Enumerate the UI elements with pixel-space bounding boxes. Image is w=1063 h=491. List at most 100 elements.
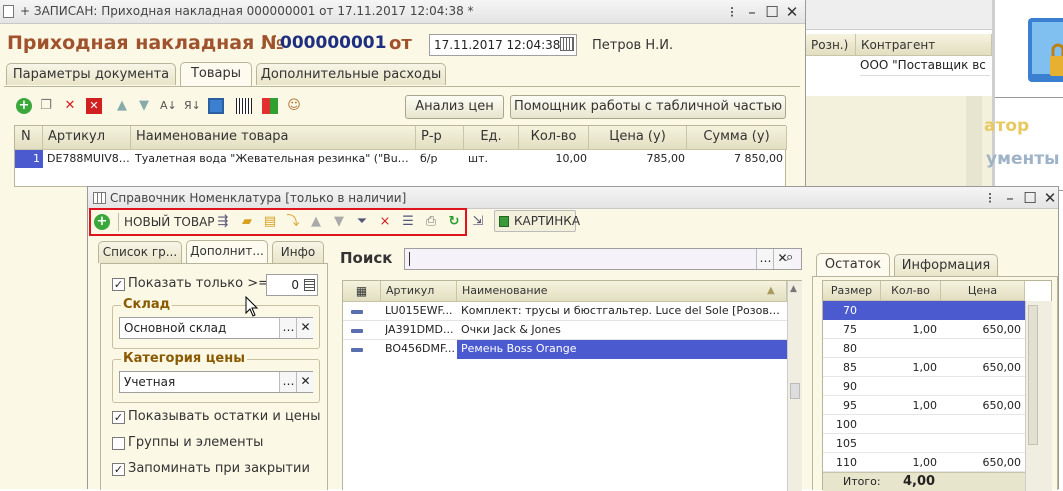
col-name[interactable]: Наименование товара [131, 126, 416, 150]
stock-row[interactable]: 80 [823, 339, 1025, 358]
table-row[interactable]: 1 DE788MUIV857 Туалетная вода "Жевательн… [15, 150, 787, 168]
new-item-button[interactable]: НОВЫЙ ТОВАР [118, 213, 215, 231]
settings-list-icon[interactable]: ☰ [400, 214, 416, 230]
tab-extra-costs[interactable]: Дополнительные расходы [256, 63, 446, 85]
list-item[interactable]: LU015EWF... Комплект: трусы и бюстгальте… [343, 302, 787, 321]
stock-qty: 1,00 [912, 323, 938, 336]
menu-icon[interactable]: ⁝ [722, 2, 742, 22]
minimize-icon[interactable]: – [742, 2, 762, 22]
stock-row-selected[interactable]: 70 [823, 301, 1025, 320]
sort-desc-icon[interactable]: Я↓ [184, 98, 201, 114]
stock-col-size[interactable]: Размер [823, 281, 881, 301]
color-table-icon[interactable] [262, 98, 278, 114]
print-icon[interactable]: ⎙ [423, 214, 439, 230]
warehouse-select-button[interactable]: … [279, 318, 297, 338]
col-unit[interactable]: Ед. [464, 126, 519, 150]
calculator-icon[interactable] [304, 279, 315, 291]
move-down-icon[interactable]: ▼ [136, 98, 152, 114]
close-icon[interactable]: ✕ [782, 2, 802, 22]
add-icon[interactable]: + [16, 98, 32, 114]
price-category-select-button[interactable]: … [279, 372, 297, 392]
catalog-menu-icon[interactable]: ⁝ [980, 188, 1000, 208]
stock-row[interactable]: 100 [823, 415, 1025, 434]
catalog-close-icon[interactable]: ✕ [1040, 188, 1060, 208]
stock-col-price[interactable]: Цена [941, 281, 1025, 301]
col-sum[interactable]: Сумма (у) [687, 126, 787, 150]
stock-size: 85 [843, 361, 857, 374]
copy-icon[interactable]: ❐ [38, 98, 54, 114]
groups-elements-label: Группы и элементы [128, 435, 264, 450]
list-item-selected[interactable]: BO456DMF... Ремень Boss Orange [343, 340, 787, 359]
list-col-icon[interactable]: ▦ [343, 281, 381, 302]
list-col-name[interactable]: Наименование [457, 281, 787, 302]
move-up-icon[interactable]: ▲ [114, 98, 130, 114]
list-item[interactable]: JA391DMD... Очки Jack & Jones [343, 321, 787, 340]
price-category-clear-button[interactable]: ✕ [296, 372, 314, 392]
delete-icon[interactable]: ✕ [62, 98, 78, 114]
user-search-icon[interactable]: ☺ [286, 98, 302, 114]
table-helper-button[interactable]: Помощник работы с табличной частью [510, 95, 786, 119]
stock-qty: 1,00 [912, 361, 938, 374]
scroll-up-icon[interactable]: ▲ [790, 284, 797, 294]
col-sku[interactable]: Артикул [43, 126, 131, 150]
tab-goods[interactable]: Товары [180, 62, 252, 86]
col-qty[interactable]: Кол-во [519, 126, 589, 150]
stock-col-qty[interactable]: Кол-во [881, 281, 941, 301]
tab-stock[interactable]: Остаток [816, 253, 890, 277]
stock-scroll-thumb[interactable] [1028, 305, 1038, 445]
group-icon[interactable]: ▤ [262, 214, 278, 230]
groups-elements-checkbox[interactable] [112, 437, 125, 450]
list-scrollbar[interactable]: ▲ [787, 281, 802, 491]
mark-delete-icon[interactable]: ✕ [86, 98, 102, 114]
col-n[interactable]: N [15, 126, 43, 150]
tab-doc-params[interactable]: Параметры документа [6, 63, 176, 85]
stock-row[interactable]: 90 [823, 377, 1025, 396]
left-tab-extra[interactable]: Дополнит... [186, 240, 268, 264]
filter-clear-icon[interactable]: ⨯ [377, 214, 393, 230]
show-stock-label: Показывать остатки и цены [128, 409, 321, 424]
show-stock-checkbox[interactable]: ✓ [112, 411, 125, 424]
move-to-group-icon[interactable]: ⤵ [285, 214, 301, 230]
stock-row[interactable]: 75 1,00 650,00 [823, 320, 1025, 339]
hierarchy-icon[interactable]: ⇶ [215, 214, 231, 230]
select-cursor-icon[interactable]: ⇲ [470, 214, 486, 230]
stock-size: 95 [843, 399, 857, 412]
tab-information[interactable]: Информация [894, 254, 998, 276]
date-field[interactable]: 17.11.2017 12:04:38 [429, 34, 577, 56]
col-price[interactable]: Цена (у) [589, 126, 687, 150]
remember-checkbox[interactable]: ✓ [112, 463, 125, 476]
search-label: Поиск [340, 249, 393, 267]
analyze-prices-button[interactable]: Анализ цен [405, 95, 504, 119]
level-up-icon[interactable]: ▲ [308, 214, 324, 230]
stock-row[interactable]: 95 1,00 650,00 [823, 396, 1025, 415]
search-icon[interactable]: ⌕ [786, 250, 793, 265]
catalog-add-icon[interactable]: + [94, 214, 110, 230]
filter-icon[interactable]: ⏷ [354, 214, 370, 230]
list-col-sku[interactable]: Артикул [381, 281, 457, 302]
left-tab-info[interactable]: Инфо [272, 241, 324, 263]
refresh-icon[interactable]: ↻ [446, 214, 462, 230]
calendar-icon[interactable] [560, 37, 574, 51]
warehouse-clear-button[interactable]: ✕ [296, 318, 314, 338]
col-size[interactable]: Р-р [416, 126, 464, 150]
level-down-icon[interactable]: ▼ [331, 214, 347, 230]
remember-label: Запоминать при закрытии [128, 461, 310, 476]
sort-asc-icon[interactable]: A↓ [160, 98, 177, 114]
barcode-icon[interactable] [236, 98, 252, 114]
show-only-checkbox[interactable]: ✓ [112, 278, 125, 291]
search-input[interactable] [404, 248, 802, 270]
doc-number: 000000001 [280, 33, 387, 53]
stock-row[interactable]: 110 1,00 650,00 [823, 453, 1025, 472]
add-folder-icon[interactable]: ▰ [239, 214, 255, 230]
search-select-button[interactable]: … [756, 249, 774, 269]
picture-button[interactable]: КАРТИНКА [494, 210, 580, 232]
catalog-minimize-icon[interactable]: – [1000, 188, 1020, 208]
catalog-maximize-icon[interactable]: ☐ [1020, 188, 1040, 208]
save-icon[interactable] [208, 98, 224, 114]
left-tab-groups[interactable]: Список гр... [98, 241, 182, 263]
stock-row[interactable]: 85 1,00 650,00 [823, 358, 1025, 377]
row-n: 1 [15, 150, 43, 168]
stock-row[interactable]: 105 [823, 434, 1025, 453]
scroll-thumb[interactable] [790, 383, 800, 399]
maximize-icon[interactable]: ☐ [762, 2, 782, 22]
